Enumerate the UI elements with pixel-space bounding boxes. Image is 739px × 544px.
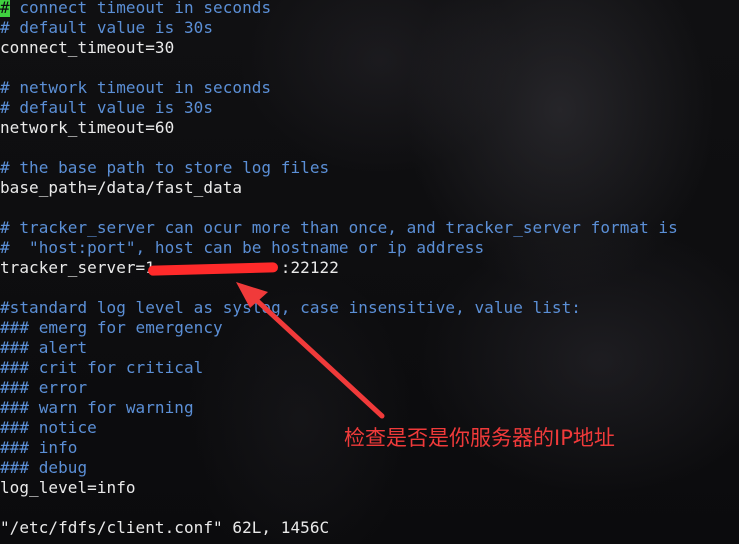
line-text: #standard log level as syslog, case inse… — [0, 298, 581, 317]
line-text: base_path=/data/fast_data — [0, 178, 243, 197]
comment-line: # default value is 30s — [0, 98, 739, 118]
line-text: ### crit for critical — [0, 358, 204, 377]
line-text: ### notice — [0, 418, 97, 437]
text-cursor: # — [0, 0, 10, 17]
comment-line: # tracker_server can ocur more than once… — [0, 218, 739, 238]
line-text: ### emerg for emergency — [0, 318, 223, 337]
line-text: # "host:port", host can be hostname or i… — [0, 238, 485, 257]
line-text: # the base path to store log files — [0, 158, 330, 177]
line-text: log_level=info — [0, 478, 136, 497]
comment-line: ### debug — [0, 458, 739, 478]
comment-line: # network timeout in seconds — [0, 78, 739, 98]
config-line: network_timeout=60 — [0, 118, 739, 138]
line-text: # default value is 30s — [0, 18, 214, 37]
comment-line: # default value is 30s — [0, 18, 739, 38]
line-text: ### warn for warning — [0, 398, 194, 417]
line-text: # default value is 30s — [0, 98, 214, 117]
config-line: "/etc/fdfs/client.conf" 62L, 1456C — [0, 518, 739, 538]
comment-line: ### warn for warning — [0, 398, 739, 418]
line-text: connect timeout in seconds — [9, 0, 272, 17]
line-text: "/etc/fdfs/client.conf" 62L, 1456C — [0, 518, 330, 537]
line-text: ### debug — [0, 458, 88, 477]
comment-line: ### crit for critical — [0, 358, 739, 378]
line-text: connect_timeout=30 — [0, 38, 175, 57]
comment-line: # "host:port", host can be hostname or i… — [0, 238, 739, 258]
line-text: network_timeout=60 — [0, 118, 175, 137]
comment-line: #standard log level as syslog, case inse… — [0, 298, 739, 318]
config-line: connect_timeout=30 — [0, 38, 739, 58]
annotation-text: 检查是否是你服务器的IP地址 — [344, 426, 615, 450]
line-text: # network timeout in seconds — [0, 78, 272, 97]
config-line: base_path=/data/fast_data — [0, 178, 739, 198]
comment-line: ### emerg for emergency — [0, 318, 739, 338]
terminal-editor[interactable]: # connect timeout in seconds # default va… — [0, 0, 739, 538]
comment-line: ### alert — [0, 338, 739, 358]
line-text: # tracker_server can ocur more than once… — [0, 218, 678, 237]
config-line: log_level=info — [0, 478, 739, 498]
comment-line: # the base path to store log files — [0, 158, 739, 178]
line-text: ### error — [0, 378, 88, 397]
comment-line: # connect timeout in seconds — [0, 0, 739, 18]
config-line: tracker_server=1 :22122 — [0, 258, 739, 278]
line-text: ### alert — [0, 338, 88, 357]
line-text: ### info — [0, 438, 78, 457]
comment-line: ### error — [0, 378, 739, 398]
